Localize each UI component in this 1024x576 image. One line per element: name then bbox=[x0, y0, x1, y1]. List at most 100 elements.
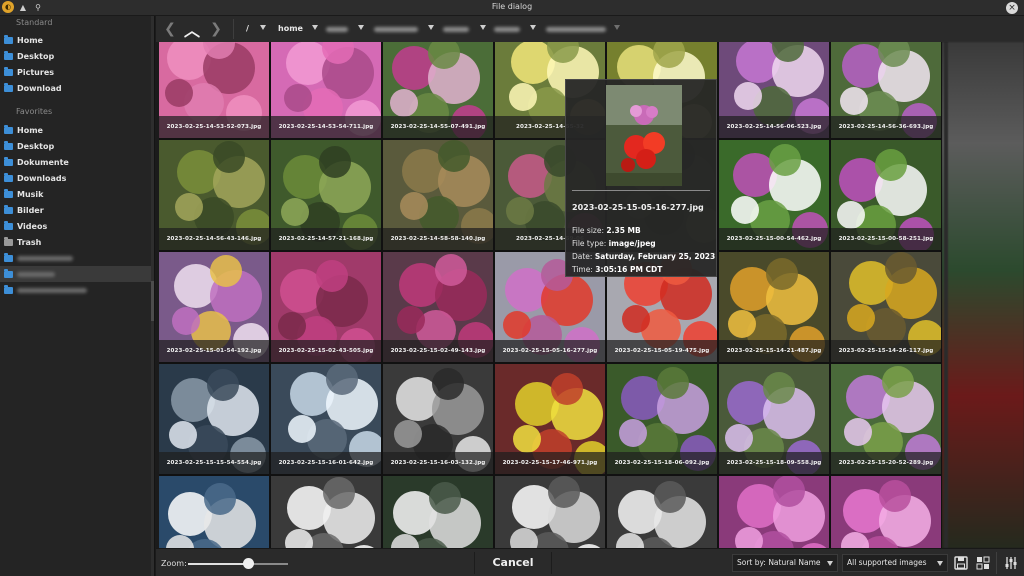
file-thumbnail[interactable]: 2023-02-25-15-00-54-462.jpg bbox=[719, 140, 829, 250]
time-label: Time: bbox=[572, 265, 593, 274]
breadcrumb-home[interactable]: home bbox=[278, 24, 303, 33]
file-thumbnail[interactable]: 2023-02-25-14-56-36-693.jpg bbox=[831, 42, 941, 138]
sidebar-item-redacted-1[interactable] bbox=[0, 250, 154, 266]
breadcrumb-redacted[interactable] bbox=[443, 27, 469, 32]
chevron-down-icon[interactable] bbox=[260, 25, 266, 30]
file-name-label: 2023-02-25-14-56-36-693.jpg bbox=[831, 116, 941, 138]
file-thumbnail[interactable] bbox=[719, 476, 829, 548]
file-thumbnail[interactable] bbox=[271, 476, 381, 548]
file-thumbnail[interactable]: 2023-02-25-15-17-46-971.jpg bbox=[495, 364, 605, 474]
sidebar-item-label: Download bbox=[17, 83, 62, 93]
file-thumbnail[interactable] bbox=[495, 476, 605, 548]
file-thumbnail[interactable]: 2023-02-25-14-56-43-146.jpg bbox=[159, 140, 269, 250]
sidebar-item-bilder[interactable]: Bilder bbox=[0, 202, 154, 218]
file-thumbnail[interactable]: 2023-02-25-15-18-09-558.jpg bbox=[719, 364, 829, 474]
sidebar-item-label: Desktop bbox=[17, 51, 55, 61]
chevron-down-icon bbox=[937, 561, 943, 566]
zoom-slider[interactable] bbox=[188, 563, 288, 565]
path-toolbar: ❮ ︿ ❯ / home bbox=[156, 16, 1024, 42]
tooltip-divider bbox=[572, 190, 710, 191]
breadcrumb-redacted[interactable] bbox=[374, 27, 418, 32]
file-name-label: 2023-02-25-15-20-52-289.jpg bbox=[831, 452, 941, 474]
date-label: Date: bbox=[572, 252, 593, 261]
breadcrumb-redacted[interactable] bbox=[326, 27, 348, 32]
sidebar-item-label: Trash bbox=[17, 237, 42, 247]
cancel-button[interactable]: Cancel bbox=[474, 552, 552, 574]
grid-scrollbar[interactable] bbox=[944, 42, 948, 548]
file-thumbnail[interactable] bbox=[159, 476, 269, 548]
file-thumbnail[interactable]: 2023-02-25-15-16-01-642.jpg bbox=[271, 364, 381, 474]
folder-icon bbox=[4, 268, 13, 278]
sort-dropdown[interactable]: Sort by: Natural Name bbox=[732, 554, 838, 572]
filter-dropdown[interactable]: All supported images bbox=[842, 554, 948, 572]
breadcrumb-root[interactable]: / bbox=[246, 24, 249, 33]
sidebar-item-label: Videos bbox=[17, 221, 48, 231]
file-thumbnail[interactable] bbox=[383, 476, 493, 548]
file-thumbnail[interactable]: 2023-02-25-14-53-52-073.jpg bbox=[159, 42, 269, 138]
sidebar-scrollbar[interactable] bbox=[151, 16, 154, 576]
thumbnail-view-icon[interactable] bbox=[974, 554, 992, 572]
sidebar-item-downloads[interactable]: Downloads bbox=[0, 170, 154, 186]
sidebar-item-trash[interactable]: Trash bbox=[0, 234, 154, 250]
file-thumbnail[interactable]: 2023-02-25-15-14-26-117.jpg bbox=[831, 252, 941, 362]
tooltip-time: Time: 3:05:16 PM CDT bbox=[572, 265, 662, 274]
file-thumbnail[interactable]: 2023-02-25-15-02-43-505.jpg bbox=[271, 252, 381, 362]
chevron-down-icon[interactable] bbox=[530, 25, 536, 30]
file-thumbnail[interactable]: 2023-02-25-14-55-07-491.jpg bbox=[383, 42, 493, 138]
folder-icon bbox=[4, 220, 13, 230]
chevron-down-icon[interactable] bbox=[312, 25, 318, 30]
zoom-slider-handle[interactable] bbox=[243, 558, 254, 569]
close-icon[interactable]: × bbox=[1006, 2, 1018, 14]
background-image bbox=[942, 42, 1024, 548]
sidebar-item-desktop[interactable]: Desktop bbox=[0, 48, 154, 64]
file-name-label: 2023-02-25-14-53-52-073.jpg bbox=[159, 116, 269, 138]
photo-image bbox=[495, 476, 605, 548]
sidebar-item-videos[interactable]: Videos bbox=[0, 218, 154, 234]
save-icon[interactable] bbox=[952, 554, 970, 572]
zoom-slider-fill bbox=[188, 563, 248, 565]
chevron-down-icon[interactable] bbox=[358, 25, 364, 30]
breadcrumb-redacted[interactable] bbox=[546, 27, 606, 32]
sidebar-item-home-fav[interactable]: Home bbox=[0, 122, 154, 138]
size-value: 2.35 MB bbox=[606, 226, 641, 235]
sidebar-item-musik[interactable]: Musik bbox=[0, 186, 154, 202]
file-thumbnail[interactable]: 2023-02-25-15-16-03-132.jpg bbox=[383, 364, 493, 474]
back-icon[interactable]: ❮ bbox=[160, 19, 180, 39]
forward-icon[interactable]: ❯ bbox=[206, 19, 226, 39]
standard-section-title: Standard bbox=[16, 18, 53, 27]
file-thumbnail[interactable]: 2023-02-25-15-01-54-192.jpg bbox=[159, 252, 269, 362]
file-thumbnail[interactable]: 2023-02-25-14-57-21-168.jpg bbox=[271, 140, 381, 250]
chevron-down-icon[interactable] bbox=[614, 25, 620, 30]
file-thumbnail[interactable]: 2023-02-25-14-58-58-140.jpg bbox=[383, 140, 493, 250]
file-thumbnail[interactable]: 2023-02-25-15-02-49-143.jpg bbox=[383, 252, 493, 362]
file-thumbnail[interactable] bbox=[607, 476, 717, 548]
file-name-label: 2023-02-25-15-16-01-642.jpg bbox=[271, 452, 381, 474]
time-value: 3:05:16 PM CDT bbox=[595, 265, 663, 274]
sidebar-item-desktop-fav[interactable]: Desktop bbox=[0, 138, 154, 154]
file-thumbnail[interactable]: 2023-02-25-14-56-06-523.jpg bbox=[719, 42, 829, 138]
sidebar-item-pictures[interactable]: Pictures bbox=[0, 64, 154, 80]
photo-image bbox=[719, 476, 829, 548]
file-thumbnail[interactable] bbox=[831, 476, 941, 548]
sidebar-item-redacted-3[interactable] bbox=[0, 282, 154, 298]
file-thumbnail[interactable]: 2023-02-25-15-20-52-289.jpg bbox=[831, 364, 941, 474]
file-thumbnail[interactable]: 2023-02-25-15-15-54-554.jpg bbox=[159, 364, 269, 474]
sidebar-item-download[interactable]: Download bbox=[0, 80, 154, 96]
file-thumbnail[interactable]: 2023-02-25-14-53-54-711.jpg bbox=[271, 42, 381, 138]
photo-image bbox=[383, 476, 493, 548]
breadcrumb-redacted[interactable] bbox=[494, 27, 520, 32]
sidebar-item-dokumente[interactable]: Dokumente bbox=[0, 154, 154, 170]
type-value: image/jpeg bbox=[608, 239, 656, 248]
redacted-label bbox=[17, 287, 87, 293]
chevron-down-icon[interactable] bbox=[480, 25, 486, 30]
file-thumbnail[interactable]: 2023-02-25-15-18-06-092.jpg bbox=[607, 364, 717, 474]
chevron-down-icon[interactable] bbox=[428, 25, 434, 30]
sidebar-item-redacted-2[interactable] bbox=[0, 266, 154, 282]
file-thumbnail[interactable]: 2023-02-25-15-14-21-487.jpg bbox=[719, 252, 829, 362]
settings-sliders-icon[interactable] bbox=[1002, 554, 1020, 572]
file-name-label: 2023-02-25-15-14-21-487.jpg bbox=[719, 340, 829, 362]
sidebar-item-label: Musik bbox=[17, 189, 44, 199]
up-icon[interactable]: ︿ bbox=[182, 19, 202, 40]
sidebar-item-home[interactable]: Home bbox=[0, 32, 154, 48]
file-thumbnail[interactable]: 2023-02-25-15-00-58-251.jpg bbox=[831, 140, 941, 250]
